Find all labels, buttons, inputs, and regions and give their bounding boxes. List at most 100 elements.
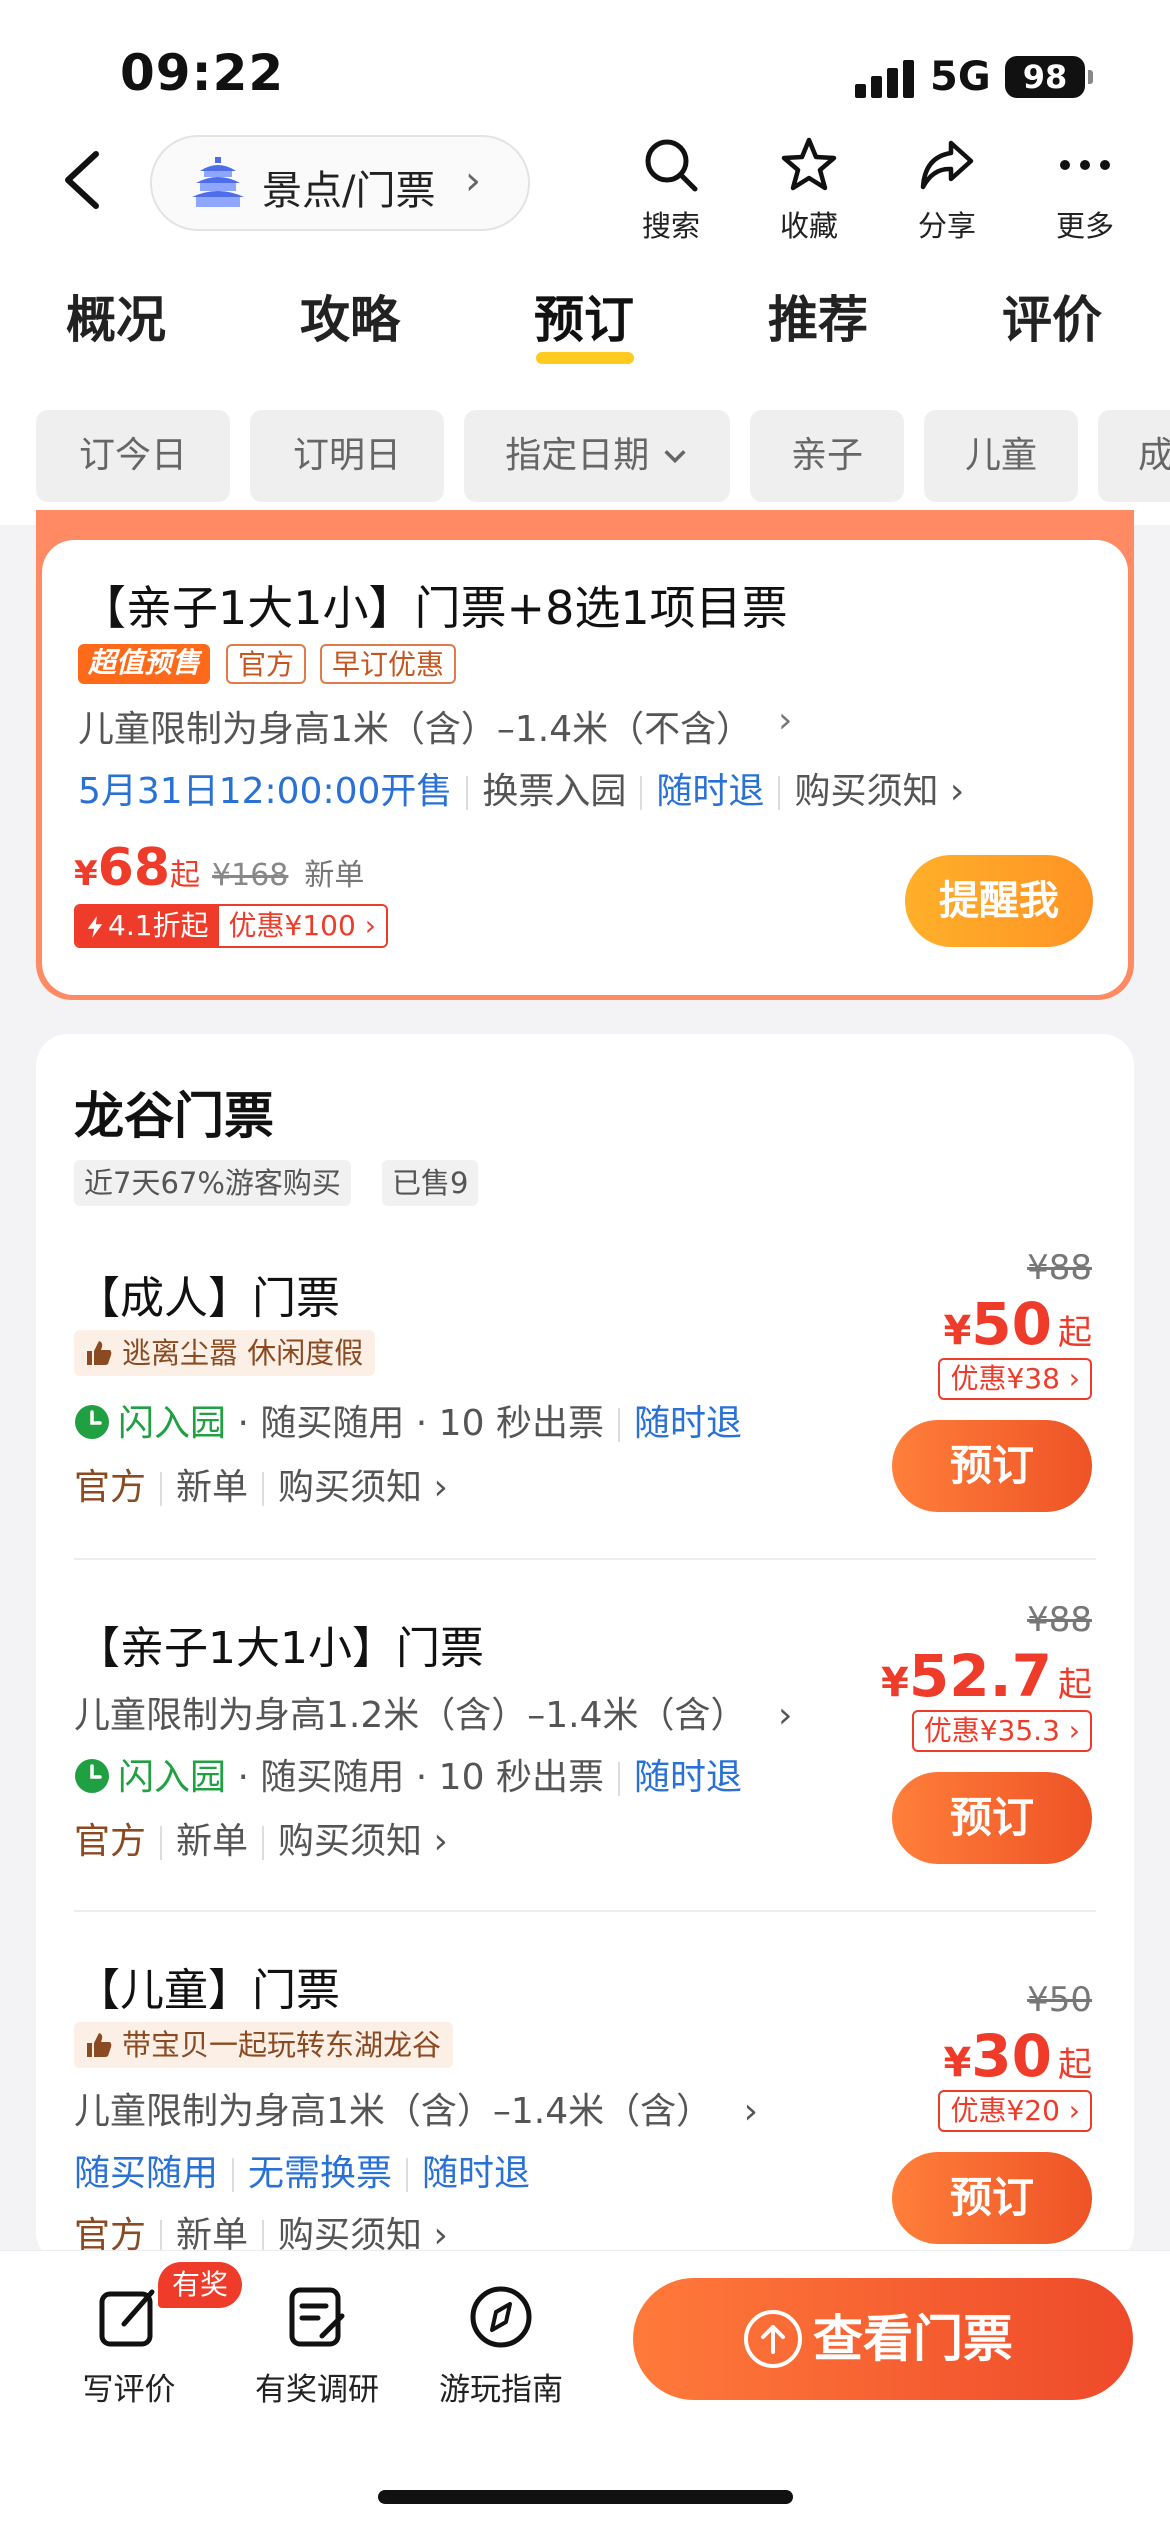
thumbs-up-icon (87, 2033, 112, 2057)
survey-button[interactable]: 有奖调研 (242, 2282, 392, 2409)
new-user-label: 新单 (176, 1821, 249, 1862)
notice-link[interactable]: 购买须知 › (278, 1821, 448, 1862)
chevron-down-icon (664, 450, 686, 464)
tab-overview[interactable]: 概况 (66, 280, 166, 352)
favorite-label: 收藏 (779, 209, 838, 243)
remind-me-button[interactable]: 提醒我 (905, 855, 1093, 947)
battery-tip (1088, 70, 1093, 84)
filter-date-label: 指定日期 (505, 435, 650, 476)
star-icon (781, 137, 837, 191)
clock-icon (75, 1759, 109, 1793)
filter-family[interactable]: 亲子 (750, 410, 904, 502)
product-title[interactable]: 【成人】门票 (76, 1262, 340, 1326)
flash-icon (87, 916, 103, 938)
presale-discount-badge[interactable]: 4.1折起 优惠¥100 › (74, 904, 388, 948)
search-button[interactable]: 搜索 (616, 135, 726, 245)
price-symbol: ¥ (74, 854, 98, 894)
chevron-right-icon: › (743, 2091, 759, 2132)
official-label: 官方 (74, 1821, 147, 1862)
tab-guide[interactable]: 攻略 (300, 280, 400, 352)
presale-info-row: 5月31日12:00:00开售 换票入园 随时退 购买须知 › (78, 762, 964, 814)
discount-rate: 4.1折起 (76, 906, 219, 946)
discount-amount: 优惠¥100 › (218, 906, 386, 946)
battery-icon: 98 (1005, 56, 1085, 98)
section-title: 龙谷门票 (74, 1087, 274, 1145)
praise-tag: 带宝贝一起玩转东湖龙谷 (74, 2022, 454, 2068)
coupon-label: 优惠¥35.3 (923, 1714, 1060, 1747)
chevron-right-icon[interactable]: › (778, 700, 792, 741)
product-title[interactable]: 【亲子1大1小】门票 (76, 1612, 484, 1676)
search-icon (645, 139, 698, 192)
price-value: 52.7 (908, 1642, 1052, 1710)
write-review-label: 写评价 (82, 2372, 176, 2408)
filter-adult[interactable]: 成 (1098, 410, 1170, 502)
height-limit[interactable]: 儿童限制为身高1.2米（含）–1.4米（含） › (74, 1686, 792, 1738)
discount-amount-label: 优惠¥100 (228, 909, 356, 942)
presale-refund: 随时退 (656, 771, 765, 812)
filter-today[interactable]: 订今日 (36, 410, 230, 502)
thumbs-up-icon (87, 1341, 112, 1365)
height-limit[interactable]: 儿童限制为身高1米（含）–1.4米（含） › (74, 2082, 758, 2134)
book-button[interactable]: 预订 (892, 1772, 1092, 1864)
price-suffix: 起 (1058, 1665, 1092, 1705)
coupon-badge[interactable]: 优惠¥38 › (938, 1358, 1092, 1400)
notice-link[interactable]: 购买须知 › (278, 1467, 448, 1508)
praise-text: 逃离尘嚣 休闲度假 (122, 1336, 364, 1370)
product-meta: 官方 新单 购买须知 › (74, 1458, 448, 1510)
book-button[interactable]: 预订 (892, 1420, 1092, 1512)
product-title[interactable]: 【儿童】门票 (76, 1954, 340, 2018)
coupon-badge[interactable]: 优惠¥20 › (938, 2090, 1092, 2132)
product-meta: 官方 新单 购买须知 › (74, 1812, 448, 1864)
share-icon (920, 140, 974, 190)
refund-label: 随时退 (633, 1757, 742, 1798)
survey-icon (289, 2287, 345, 2347)
back-arrow-icon[interactable] (60, 150, 104, 210)
book-button[interactable]: 预订 (892, 2152, 1092, 2244)
favorite-button[interactable]: 收藏 (754, 135, 864, 245)
filter-date[interactable]: 指定日期 (464, 410, 730, 502)
original-price: ¥50 (1027, 1980, 1092, 2020)
tab-recommend[interactable]: 推荐 (768, 280, 868, 352)
presale-sale-time: 5月31日12:00:00开售 (78, 771, 453, 812)
more-label: 更多 (1055, 209, 1114, 243)
price-value: 50 (971, 1290, 1052, 1358)
view-tickets-button[interactable]: 查看门票 (633, 2278, 1133, 2400)
filter-tomorrow[interactable]: 订明日 (250, 410, 444, 502)
discount-rate-label: 4.1折起 (108, 909, 209, 942)
divider (74, 1558, 1096, 1560)
coupon-label: 优惠¥20 (950, 2094, 1060, 2127)
product-features: 闪入园 · 随买随用 · 10 秒出票 随时退 (74, 1748, 742, 1800)
sold-count-stat: 已售9 (382, 1160, 479, 1206)
coupon-badge[interactable]: 优惠¥35.3 › (911, 1710, 1092, 1752)
signal-icon (855, 60, 915, 98)
share-button[interactable]: 分享 (892, 135, 1002, 245)
divider (74, 1910, 1096, 1912)
presale-notice-link[interactable]: 购买须知 › (794, 771, 964, 812)
filter-children[interactable]: 儿童 (924, 410, 1078, 502)
presale-height-limit: 儿童限制为身高1米（含）–1.4米（不含） (78, 709, 753, 750)
presale-title: 【亲子1大1小】门票+8选1项目票 (80, 581, 788, 635)
travel-guide-button[interactable]: 游玩指南 (426, 2282, 576, 2409)
clock-icon (75, 1405, 109, 1439)
original-price: ¥88 (1027, 1600, 1092, 1640)
new-user-label: 新单 (304, 858, 365, 893)
price-value: 68 (97, 838, 171, 898)
recent-buyers-stat: 近7天67%游客购买 (74, 1160, 351, 1206)
notice-label: 购买须知 (278, 1821, 423, 1862)
temple-icon (192, 157, 244, 207)
official-tag: 官方 (226, 644, 307, 684)
instant-use-label: 随买随用 (74, 2153, 219, 2194)
tab-bar: 概况 攻略 预订 推荐 评价 (0, 280, 1170, 380)
product-price: ¥30 起 (943, 2022, 1092, 2090)
height-limit-text: 儿童限制为身高1米（含）–1.4米（含） (74, 2091, 713, 2132)
new-user-label: 新单 (176, 1467, 249, 1508)
chevron-right-icon: › (777, 1695, 793, 1736)
product-links: 随买随用 无需换票 随时退 (74, 2144, 530, 2196)
tab-booking[interactable]: 预订 (534, 280, 634, 352)
tab-reviews[interactable]: 评价 (1002, 280, 1102, 352)
coupon-label: 优惠¥38 (950, 1362, 1060, 1395)
active-tab-indicator (536, 352, 634, 364)
more-button[interactable]: 更多 (1030, 135, 1140, 245)
presale-notice-label: 购买须知 (794, 771, 939, 812)
network-label: 5G (930, 54, 991, 100)
